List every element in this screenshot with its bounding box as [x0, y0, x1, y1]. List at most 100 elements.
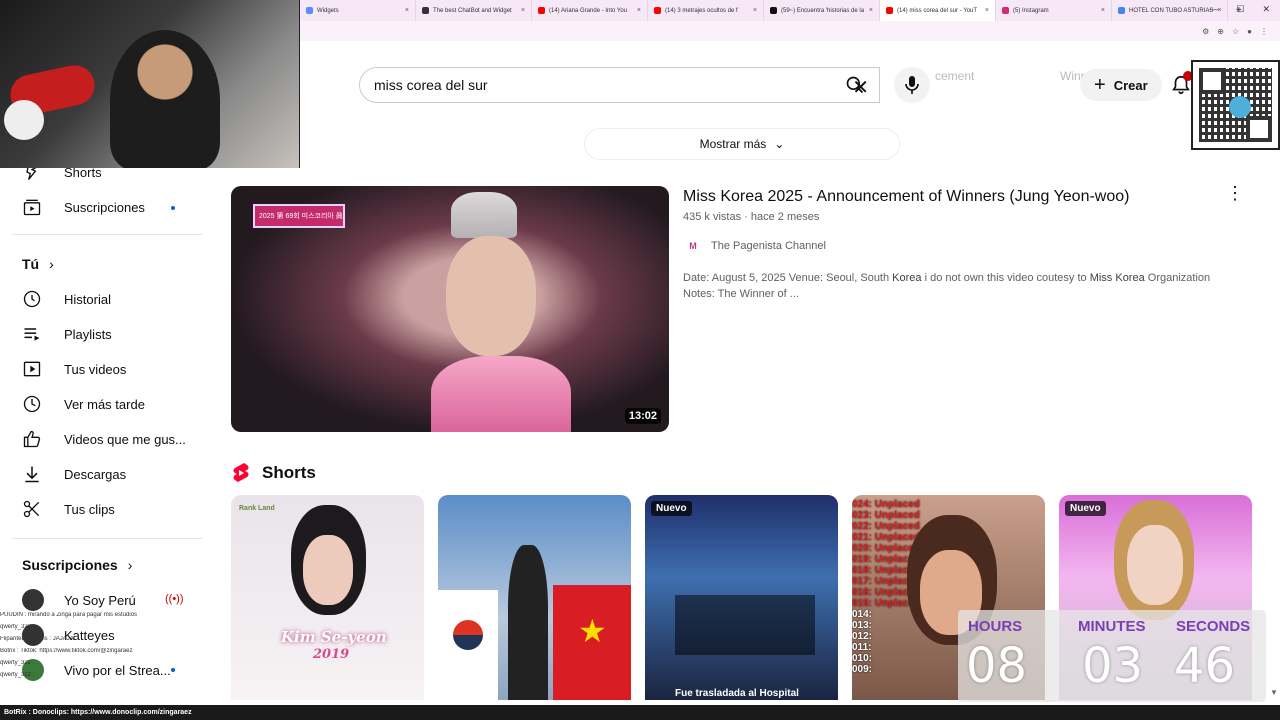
new-badge: Nuevo — [651, 501, 692, 516]
short-overlay-text: Fue trasladada al Hospital — [675, 688, 799, 699]
voice-search-button[interactable] — [894, 67, 930, 103]
scroll-down-icon[interactable]: ▼ — [1270, 688, 1278, 697]
playlists-icon — [24, 328, 40, 341]
view-count: 435 k vistas — [683, 211, 742, 223]
your-videos-icon — [23, 361, 41, 377]
tab-close-icon[interactable]: × — [405, 7, 409, 14]
streamer-figure — [110, 30, 220, 168]
sidebar-item-label: Videos que me gus... — [64, 431, 186, 447]
menu-dots-icon[interactable]: ⋮ — [1260, 27, 1268, 36]
video-description: Date: August 5, 2025 Venue: Seoul, South… — [683, 270, 1243, 302]
tab-close-icon[interactable]: × — [753, 7, 757, 14]
browser-tab[interactable]: The best ChatBot and Widget × — [416, 0, 532, 21]
tab-favicon-icon — [654, 7, 661, 14]
sidebar-item-watch-later[interactable]: Ver más tarde — [22, 392, 145, 416]
description-text: Date: August 5, 2025 Venue: Seoul, South — [683, 272, 893, 284]
video-title[interactable]: Miss Korea 2025 - Announcement of Winner… — [683, 188, 1129, 206]
crown-graphic — [451, 192, 517, 238]
browser-tab[interactable]: (14) miss corea del sur - YouT × — [880, 0, 996, 21]
tab-close-icon[interactable]: × — [869, 7, 873, 14]
tab-close-icon[interactable]: × — [1101, 7, 1105, 14]
browser-tab[interactable]: (14) Ariana Grande - Into You × — [532, 0, 648, 21]
browser-tab[interactable]: (59~) Encuentra 'historias de la × — [764, 0, 880, 21]
shorts-title: Shorts — [262, 463, 316, 482]
subscription-label: Yo Soy Perú — [64, 592, 136, 608]
tab-close-icon[interactable]: × — [521, 7, 525, 14]
short-card[interactable]: ★ — [438, 495, 631, 700]
vietnam-flag: ★ — [553, 585, 631, 700]
sidebar-item-liked-videos[interactable]: Videos que me gus... — [22, 427, 186, 451]
sidebar-item-label: Descargas — [64, 466, 127, 482]
sidebar-item-history[interactable]: Historial — [22, 287, 111, 311]
tab-favicon-icon — [886, 7, 893, 14]
description-highlight: Miss Korea — [1089, 272, 1145, 284]
profile-icon[interactable]: ● — [1247, 27, 1252, 36]
tab-favicon-icon — [538, 7, 545, 14]
tab-favicon-icon — [306, 7, 313, 14]
browser-tab[interactable]: Widgets × — [300, 0, 416, 21]
description-text: i do not own this video coutesy to — [921, 272, 1090, 284]
placement-line: 011: — [852, 642, 872, 653]
sidebar-section-you[interactable]: Tú › — [22, 256, 54, 272]
sidebar-item-subscriptions[interactable]: Suscripciones — [22, 195, 145, 219]
placement-line: 010: — [852, 653, 873, 664]
new-content-dot — [171, 206, 175, 210]
short-thumbnail-crowd — [675, 595, 815, 655]
sidebar-item-clips[interactable]: Tus clips — [22, 497, 115, 521]
watch-later-icon — [23, 395, 41, 413]
sidebar-item-label: Suscripciones — [64, 199, 145, 215]
korea-flag — [438, 590, 498, 700]
tab-label: (14) miss corea del sur - YouT — [897, 7, 978, 14]
qr-code-pattern — [1199, 68, 1272, 142]
short-thumbnail-subject — [508, 545, 548, 700]
meta-separator: · — [744, 211, 748, 223]
webcam-overlay — [0, 0, 300, 168]
more-actions-icon[interactable]: ⋮ — [1226, 184, 1244, 202]
zoom-icon[interactable]: ⊕ — [1217, 27, 1224, 36]
live-icon: ((•)) — [165, 593, 184, 605]
browser-tab[interactable]: (14) 3 metrajes ocultos de f × — [648, 0, 764, 21]
sidebar-item-label: Playlists — [64, 326, 112, 342]
browser-tab[interactable]: (5) Instagram × — [996, 0, 1112, 21]
chevron-down-icon: ⌄ — [774, 137, 785, 151]
extensions-icon[interactable]: ⚙ — [1202, 27, 1209, 36]
show-more-label: Mostrar más — [699, 137, 767, 151]
stream-chat-overlay: PUUDIN : mirando a Zinga para pagar mis … — [0, 612, 210, 684]
sidebar-item-downloads[interactable]: Descargas — [22, 462, 126, 486]
short-card[interactable]: Nuevo Fue trasladada al Hospital — [645, 495, 838, 700]
search-icon[interactable] — [845, 75, 865, 95]
thumbnail-gown — [431, 356, 571, 432]
tab-favicon-icon — [422, 7, 429, 14]
short-overlay-year: 2019 — [313, 647, 350, 662]
sidebar-section-subscriptions[interactable]: Suscripciones › — [22, 557, 132, 573]
show-more-button[interactable]: Mostrar más ⌄ — [584, 128, 900, 160]
close-icon[interactable]: ✕ — [1262, 4, 1270, 15]
tab-close-icon[interactable]: × — [637, 7, 641, 14]
search-input[interactable]: miss corea del sur ✕ — [359, 67, 880, 103]
hours-label: HOURS — [968, 618, 1023, 635]
short-card[interactable]: Rank Land Kim Se-yeon 2019 — [231, 495, 424, 700]
sidebar-item-your-videos[interactable]: Tus videos — [22, 357, 126, 381]
sidebar-item-label: Tus videos — [64, 361, 127, 377]
create-button[interactable]: + Crear — [1080, 69, 1162, 101]
channel-logo-icon: M — [689, 241, 697, 251]
history-icon — [23, 290, 41, 308]
tab-favicon-icon — [770, 7, 777, 14]
seconds-value: 46 — [1174, 638, 1236, 694]
sidebar-divider — [12, 234, 202, 235]
placement-line: 012: — [852, 631, 873, 642]
tab-favicon-icon — [1118, 7, 1125, 14]
channel-name[interactable]: The Pagenista Channel — [711, 240, 826, 252]
maximize-icon[interactable]: ☐ — [1236, 4, 1244, 15]
video-meta: 435 k vistas · hace 2 meses — [683, 211, 819, 223]
channel-row[interactable]: M The Pagenista Channel — [683, 237, 826, 255]
create-label: Crear — [1113, 77, 1148, 93]
subscription-item[interactable]: Yo Soy Perú — [22, 588, 136, 612]
chevron-right-icon: › — [49, 256, 54, 272]
video-thumbnail[interactable]: 2025 第 69회 미스코리아 眞 13:02 — [231, 186, 669, 432]
bookmark-star-icon[interactable]: ☆ — [1232, 27, 1239, 36]
minimize-icon[interactable]: — — [1209, 4, 1218, 15]
placement-line: 023: Unplaced — [852, 510, 920, 521]
sidebar-item-playlists[interactable]: Playlists — [22, 322, 112, 346]
tab-close-icon[interactable]: × — [985, 7, 989, 14]
